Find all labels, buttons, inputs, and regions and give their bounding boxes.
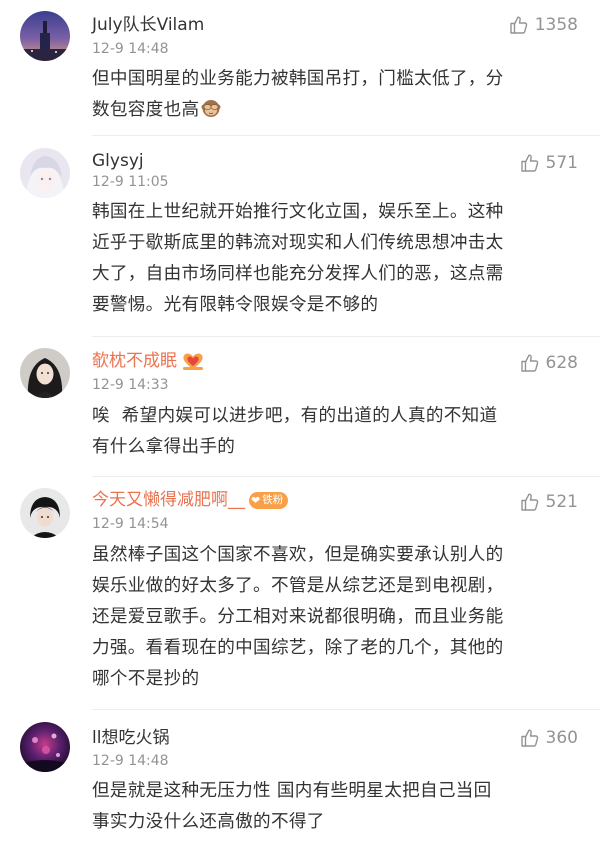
avatar[interactable]	[20, 348, 70, 398]
like-button[interactable]: 521	[520, 491, 578, 513]
username[interactable]: 欹枕不成眠	[92, 350, 205, 372]
username-text: 欹枕不成眠	[92, 351, 177, 371]
username[interactable]: Glysyj	[92, 150, 144, 172]
comment-line-text: 数包容度也高	[92, 100, 200, 120]
comment-line: 但是就是这种无压力性 国内有些明星太把自己当回	[92, 781, 492, 801]
divider	[92, 336, 600, 337]
fan-badge: ❤ 铁粉	[249, 491, 289, 509]
comment-line: 要警惕。光有限韩令限娱令是不够的	[92, 295, 379, 315]
avatar[interactable]	[20, 148, 70, 198]
like-button[interactable]: 1358	[509, 14, 578, 36]
username-text: 今天又懒得减肥啊__	[92, 490, 245, 510]
username[interactable]: 今天又懒得减肥啊__ ❤ 铁粉	[92, 489, 289, 511]
like-count: 521	[545, 492, 578, 512]
comment-line: 韩国在上世纪就开始推行文化立国，娱乐至上。这种	[92, 202, 504, 222]
like-count: 1358	[534, 15, 578, 35]
comment-line: 哪个不是抄的	[92, 669, 200, 689]
comment-line: 唉 希望内娱可以进步吧，有的出道的人真的不知道	[92, 406, 498, 426]
comment-line: 数包容度也高	[92, 95, 580, 126]
avatar[interactable]	[20, 722, 70, 772]
like-count: 360	[545, 728, 578, 748]
comment-line: 有什么拿得出手的	[92, 437, 236, 457]
timestamp: 12-9 14:48	[92, 753, 169, 769]
avatar[interactable]	[20, 488, 70, 538]
divider	[92, 709, 600, 710]
heart-badge-icon	[183, 353, 203, 370]
heart-icon: ❤	[251, 493, 261, 507]
thumbs-up-icon	[520, 354, 538, 372]
timestamp: 12-9 11:05	[92, 174, 169, 190]
like-button[interactable]: 571	[520, 152, 578, 174]
like-button[interactable]: 628	[520, 352, 578, 374]
thumbs-up-icon	[510, 16, 527, 34]
timestamp: 12-9 14:48	[92, 41, 169, 57]
timestamp: 12-9 14:33	[92, 377, 169, 393]
comment-text: 但中国明星的业务能力被韩国吊打，门槛太低了，分 数包容度也高	[92, 64, 580, 126]
comment-line: 大了，自由市场同样也能充分发挥人们的恶，这点需	[92, 264, 504, 284]
avatar[interactable]	[20, 11, 70, 61]
thumbs-up-icon	[520, 729, 538, 747]
comment-line: 虽然棒子国这个国家不喜欢，但是确实要承认别人的	[92, 545, 504, 565]
thumbs-up-icon	[520, 493, 538, 511]
like-button[interactable]: 360	[520, 727, 578, 749]
comment-text: 唉 希望内娱可以进步吧，有的出道的人真的不知道 有什么拿得出手的	[92, 401, 580, 463]
thumbs-up-icon	[520, 154, 538, 172]
username[interactable]: ll想吃火锅	[92, 727, 169, 749]
username[interactable]: July队长Vilam	[92, 14, 204, 36]
comment-text: 虽然棒子国这个国家不喜欢，但是确实要承认别人的 娱乐业做的好太多了。不管是从综艺…	[92, 540, 580, 695]
divider	[92, 135, 600, 136]
timestamp: 12-9 14:54	[92, 516, 169, 532]
comment-line: 近乎于歇斯底里的韩流对现实和人们传统思想冲击太	[92, 233, 504, 253]
comment-line: 娱乐业做的好太多了。不管是从综艺还是到电视剧，	[92, 576, 504, 596]
fan-badge-label: 铁粉	[262, 493, 284, 506]
divider	[92, 476, 600, 477]
like-count: 628	[545, 353, 578, 373]
comment-line: 事实力没什么还高傲的不得了	[92, 812, 325, 832]
see-no-evil-monkey-icon	[201, 100, 221, 117]
like-count: 571	[545, 153, 578, 173]
comment-line: 力强。看看现在的中国综艺，除了老的几个，其他的	[92, 638, 504, 658]
comment-line: 但中国明星的业务能力被韩国吊打，门槛太低了，分	[92, 69, 504, 89]
comment-line: 还是爱豆歌手。分工相对来说都很明确，而且业务能	[92, 607, 504, 627]
comment-text: 但是就是这种无压力性 国内有些明星太把自己当回 事实力没什么还高傲的不得了	[92, 776, 580, 838]
comment-text: 韩国在上世纪就开始推行文化立国，娱乐至上。这种 近乎于歇斯底里的韩流对现实和人们…	[92, 197, 580, 321]
comment-item: July队长Vilam 12-9 14:48 1358 但中国明星的业务能力被韩…	[0, 0, 600, 136]
